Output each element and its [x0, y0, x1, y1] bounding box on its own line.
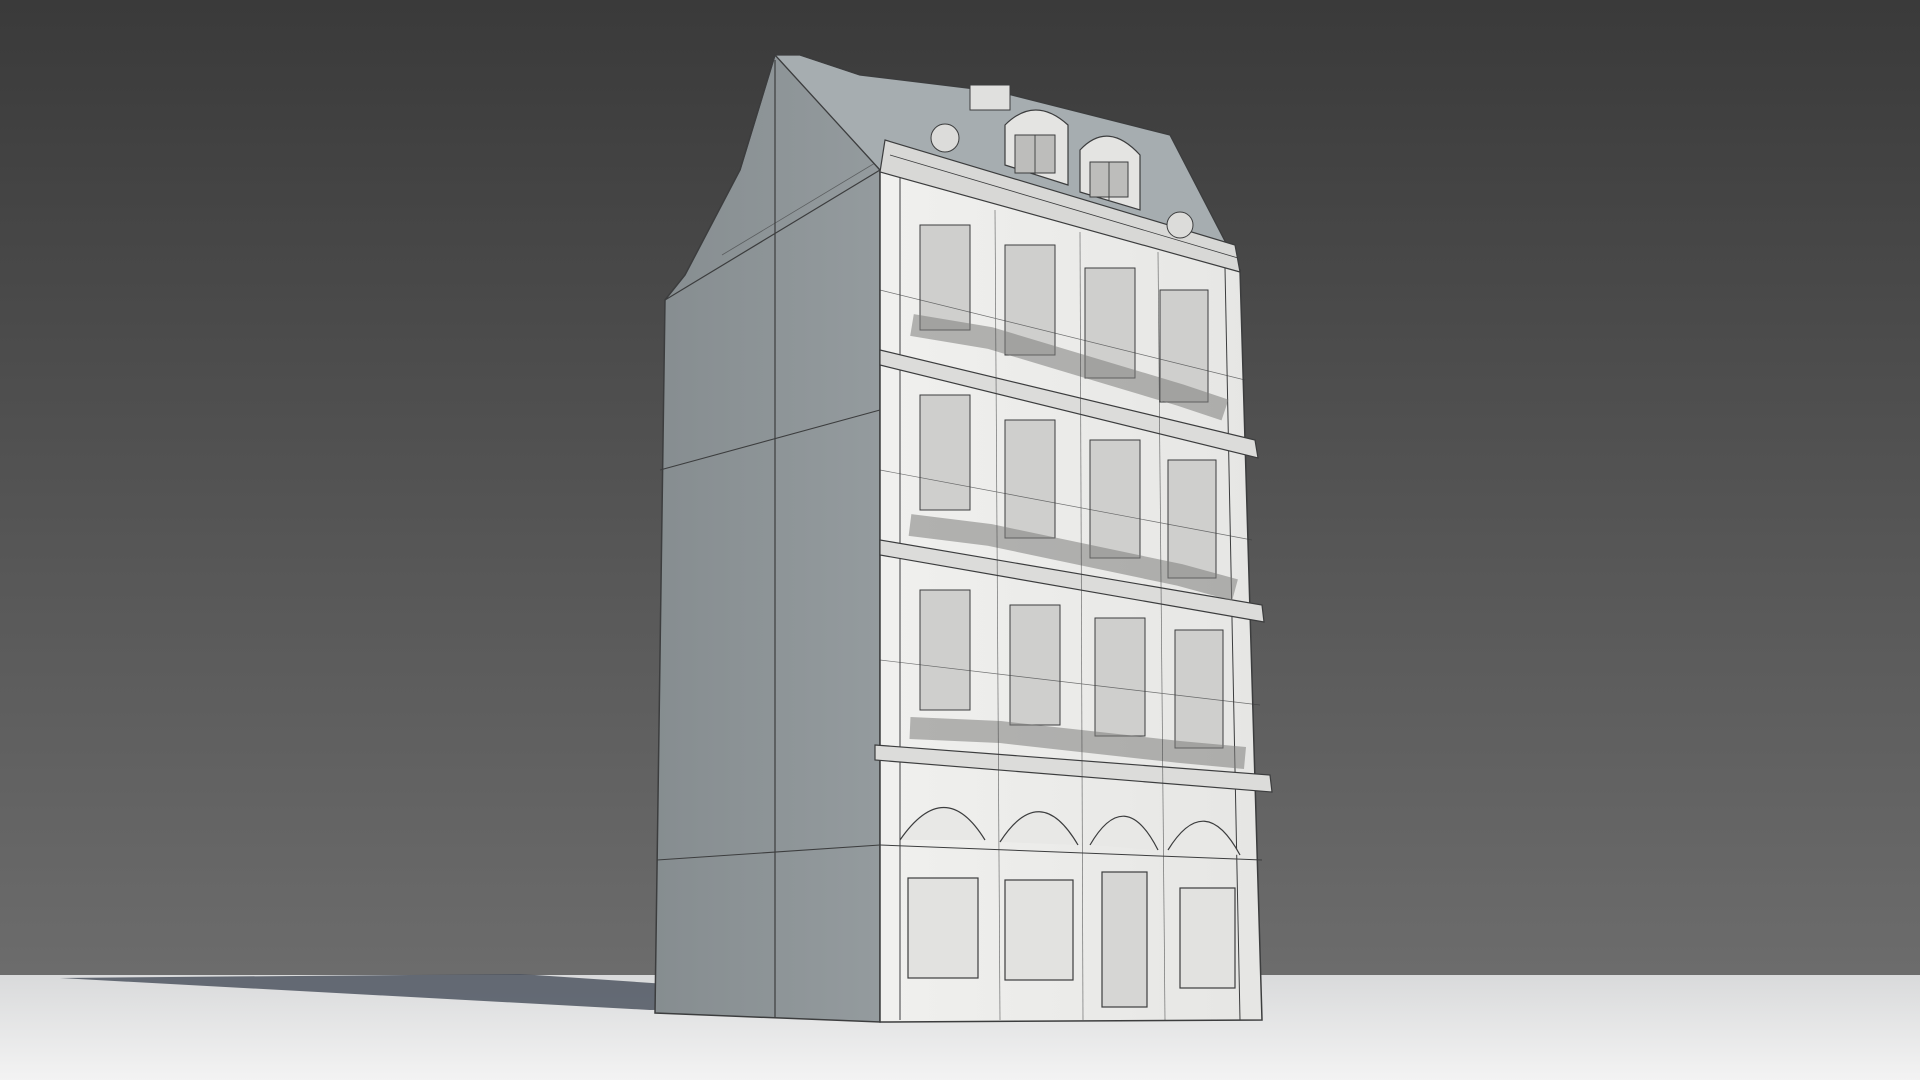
- render-viewport: [0, 0, 1920, 1080]
- chimney: [969, 84, 1011, 111]
- ground-floor-arcade: [879, 806, 1263, 1008]
- roof-ornament-left: [930, 123, 960, 153]
- entrance-door: [1101, 871, 1148, 1008]
- roof-ornament-right: [1166, 211, 1194, 239]
